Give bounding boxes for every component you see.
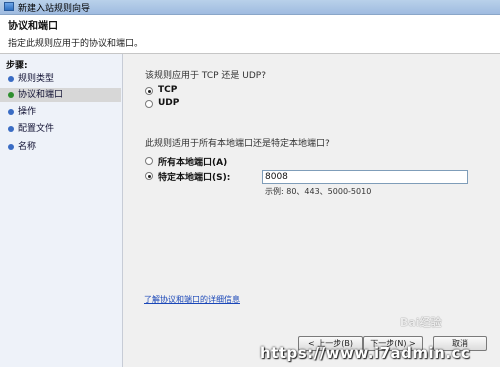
wizard-header: 协议和端口 指定此规则应用于的协议和端口。 — [0, 15, 500, 54]
step-rule-type[interactable]: 规则类型 — [0, 72, 121, 86]
step-bullet-icon — [8, 109, 14, 115]
all-ports-label[interactable]: 所有本地端口(A) — [158, 155, 227, 168]
ports-question: 此规则适用于所有本地端口还是特定本地端口? — [145, 139, 330, 149]
udp-label[interactable]: UDP — [158, 98, 179, 108]
step-current-icon — [8, 92, 14, 98]
step-bullet-icon — [8, 126, 14, 132]
firewall-app-icon — [4, 2, 14, 11]
site-watermark: https://www.i7admin.cc — [260, 344, 471, 362]
tcp-label[interactable]: TCP — [158, 85, 177, 95]
page-title: 协议和端口 — [8, 21, 58, 32]
udp-radio[interactable] — [145, 100, 153, 108]
steps-title: 步骤: — [6, 61, 28, 71]
step-protocol-ports[interactable]: 协议和端口 — [0, 88, 121, 102]
page-subtitle: 指定此规则应用于的协议和端口。 — [8, 39, 144, 49]
step-name[interactable]: 名称 — [0, 140, 121, 154]
step-profile[interactable]: 配置文件 — [0, 122, 121, 136]
step-bullet-icon — [8, 144, 14, 150]
port-example: 示例: 80、443、5000-5010 — [265, 187, 372, 196]
window-titlebar[interactable]: 新建入站规则向导 — [0, 0, 500, 15]
step-label: 规则类型 — [18, 74, 55, 84]
step-label: 协议和端口 — [18, 90, 64, 100]
step-label: 配置文件 — [18, 124, 55, 134]
step-action[interactable]: 操作 — [0, 105, 121, 119]
protocol-question: 该规则应用于 TCP 还是 UDP? — [145, 71, 266, 81]
step-label: 名称 — [18, 142, 37, 152]
steps-panel: 步骤: 规则类型 协议和端口 操作 配置文件 名称 — [0, 54, 123, 367]
window-title: 新建入站规则向导 — [18, 4, 91, 14]
step-label: 操作 — [18, 107, 37, 117]
specific-ports-label[interactable]: 特定本地端口(S): — [158, 170, 230, 183]
step-bullet-icon — [8, 76, 14, 82]
port-input[interactable]: 8008 — [262, 170, 468, 184]
tcp-radio[interactable] — [145, 87, 153, 95]
all-ports-radio[interactable] — [145, 157, 153, 165]
content-panel: 该规则应用于 TCP 还是 UDP? TCP UDP 此规则适用于所有本地端口还… — [123, 54, 500, 367]
learn-more-link[interactable]: 了解协议和端口的详细信息 — [144, 294, 240, 305]
specific-ports-radio[interactable] — [145, 172, 153, 180]
baidu-watermark: Bai经验 — [400, 316, 442, 329]
